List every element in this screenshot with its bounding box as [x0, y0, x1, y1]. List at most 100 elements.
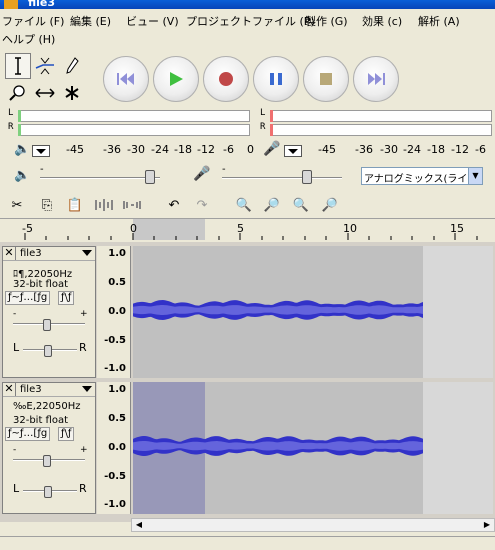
gain-minus-label: - [13, 445, 17, 455]
fit-project-icon: 🔎 [321, 197, 339, 213]
menu-view[interactable]: ビュー (V) [126, 13, 179, 29]
redo-button[interactable]: ↷ [190, 193, 214, 217]
menu-file[interactable]: ファイル (F) [2, 13, 64, 29]
skip-to-start-button[interactable] [103, 56, 149, 102]
play-icon [170, 72, 183, 86]
meter-tick: -12 [197, 143, 215, 156]
title-bar: file3 [0, 0, 495, 9]
meter-level-left [270, 110, 273, 122]
fit-project-button[interactable]: 🔎 [318, 193, 342, 217]
record-button[interactable] [203, 56, 249, 102]
meter-scale-row: 🔈 -45 -36 -30 -24 -18 -12 -6 0 🎤 -45 -36… [0, 140, 495, 160]
undo-button[interactable]: ↶ [162, 193, 186, 217]
waveform-track-1[interactable] [133, 246, 493, 378]
cut-button[interactable]: ✂ [5, 193, 29, 217]
input-source-select[interactable]: アナログミックス(ライン/CD ▼ [361, 167, 483, 185]
scroll-left-arrow[interactable]: ◀ [132, 519, 146, 531]
clipboard-icon: 📋 [66, 197, 84, 213]
timeline-ruler[interactable]: -5 0 5 10 15 [0, 218, 495, 240]
meter-level-right [270, 124, 273, 136]
vruler-label: -1.0 [104, 363, 126, 374]
meter-tick: -30 [127, 143, 145, 156]
pan-thumb[interactable] [44, 345, 52, 357]
trim-button[interactable] [92, 193, 116, 217]
pause-button[interactable] [253, 56, 299, 102]
track-name-button[interactable]: file3 [20, 384, 42, 395]
input-volume-slider[interactable] [222, 177, 342, 179]
input-volume-thumb[interactable] [302, 170, 312, 184]
output-volume-slider[interactable] [40, 177, 160, 179]
track-rate: ‰E,22050Hz [13, 401, 81, 412]
playback-meter-menu[interactable] [32, 145, 50, 157]
stop-button[interactable] [303, 56, 349, 102]
menu-generate[interactable]: 製作 (G) [305, 13, 348, 29]
chevron-down-icon[interactable] [82, 250, 92, 256]
mute-button[interactable]: ƒ~ƒ…[ƒg [5, 427, 51, 441]
record-icon [219, 72, 233, 86]
silence-button[interactable] [120, 193, 144, 217]
pencil-icon [66, 57, 79, 74]
meter-bar-left [270, 110, 492, 122]
track-name-button[interactable]: file3 [20, 248, 42, 259]
zoom-tool[interactable] [5, 80, 31, 106]
meter-tick: -36 [355, 143, 373, 156]
waveform-track-2[interactable] [133, 382, 493, 514]
vruler-label: 1.0 [108, 384, 126, 395]
close-track-button[interactable]: ✕ [3, 247, 16, 260]
close-track-button[interactable]: ✕ [3, 383, 16, 396]
gain-thumb[interactable] [43, 319, 51, 331]
meter-channel-right: R [260, 122, 266, 132]
menu-help[interactable]: ヘルプ (H) [2, 31, 55, 47]
meter-tick: -6 [475, 143, 486, 156]
zoom-out-button[interactable]: 🔎 [260, 193, 284, 217]
microphone-icon: 🎤 [263, 141, 281, 157]
waveform-svg [133, 382, 493, 514]
paste-button[interactable]: 📋 [63, 193, 87, 217]
meter-channel-left: L [260, 108, 266, 118]
minus-icon: - [40, 164, 44, 175]
gain-thumb[interactable] [43, 455, 51, 467]
horizontal-scrollbar[interactable]: ◀ ▶ [131, 518, 495, 532]
pause-icon [270, 73, 282, 85]
volume-icon: 🔈 [14, 168, 31, 183]
fit-selection-icon: 🔍 [292, 197, 310, 213]
chevron-down-icon[interactable] [82, 386, 92, 392]
menu-edit[interactable]: 編集 (E) [70, 13, 111, 29]
meter-level-left [18, 110, 21, 122]
speaker-icon: 🔈 [14, 142, 31, 157]
skip-to-end-button[interactable] [353, 56, 399, 102]
draw-tool[interactable] [59, 53, 85, 79]
pan-left-label: L [13, 341, 20, 354]
zoom-in-button[interactable]: 🔍 [232, 193, 256, 217]
menu-effect[interactable]: 効果 (c) [362, 13, 402, 29]
solo-button[interactable]: ƒ\ƒ [58, 291, 75, 305]
meter-tick: -45 [318, 143, 336, 156]
trim-icon [95, 199, 113, 211]
play-button[interactable] [153, 56, 199, 102]
menu-analyze[interactable]: 解析 (A) [418, 13, 460, 29]
track-format: 32-bit float [13, 415, 69, 426]
menu-project[interactable]: プロジェクトファイル (P) [186, 13, 315, 29]
menu-bar: ファイル (F) 編集 (E) ビュー (V) プロジェクトファイル (P) 製… [0, 11, 495, 47]
meter-tick: -24 [151, 143, 169, 156]
meter-tick: -18 [174, 143, 192, 156]
envelope-tool[interactable] [32, 53, 58, 79]
mute-button[interactable]: ƒ~ƒ…[ƒg [5, 291, 51, 305]
vruler-label: 1.0 [108, 248, 126, 259]
solo-button[interactable]: ƒ\ƒ [58, 427, 75, 441]
time-shift-tool[interactable] [32, 80, 58, 106]
record-meter-menu[interactable] [284, 145, 302, 157]
output-volume-thumb[interactable] [145, 170, 155, 184]
pan-thumb[interactable] [44, 486, 52, 498]
magnifier-icon [9, 85, 25, 101]
undo-icon: ↶ [168, 197, 180, 213]
scroll-right-arrow[interactable]: ▶ [480, 519, 494, 531]
fit-selection-button[interactable]: 🔍 [289, 193, 313, 217]
copy-button[interactable]: ⎘ [35, 193, 59, 217]
meter-tick: -6 [223, 143, 234, 156]
multi-tool[interactable] [59, 80, 85, 106]
selection-tool[interactable] [5, 53, 31, 79]
double-arrow-icon [35, 88, 55, 98]
gain-plus-label: + [80, 445, 88, 455]
tools-palette [5, 53, 87, 105]
